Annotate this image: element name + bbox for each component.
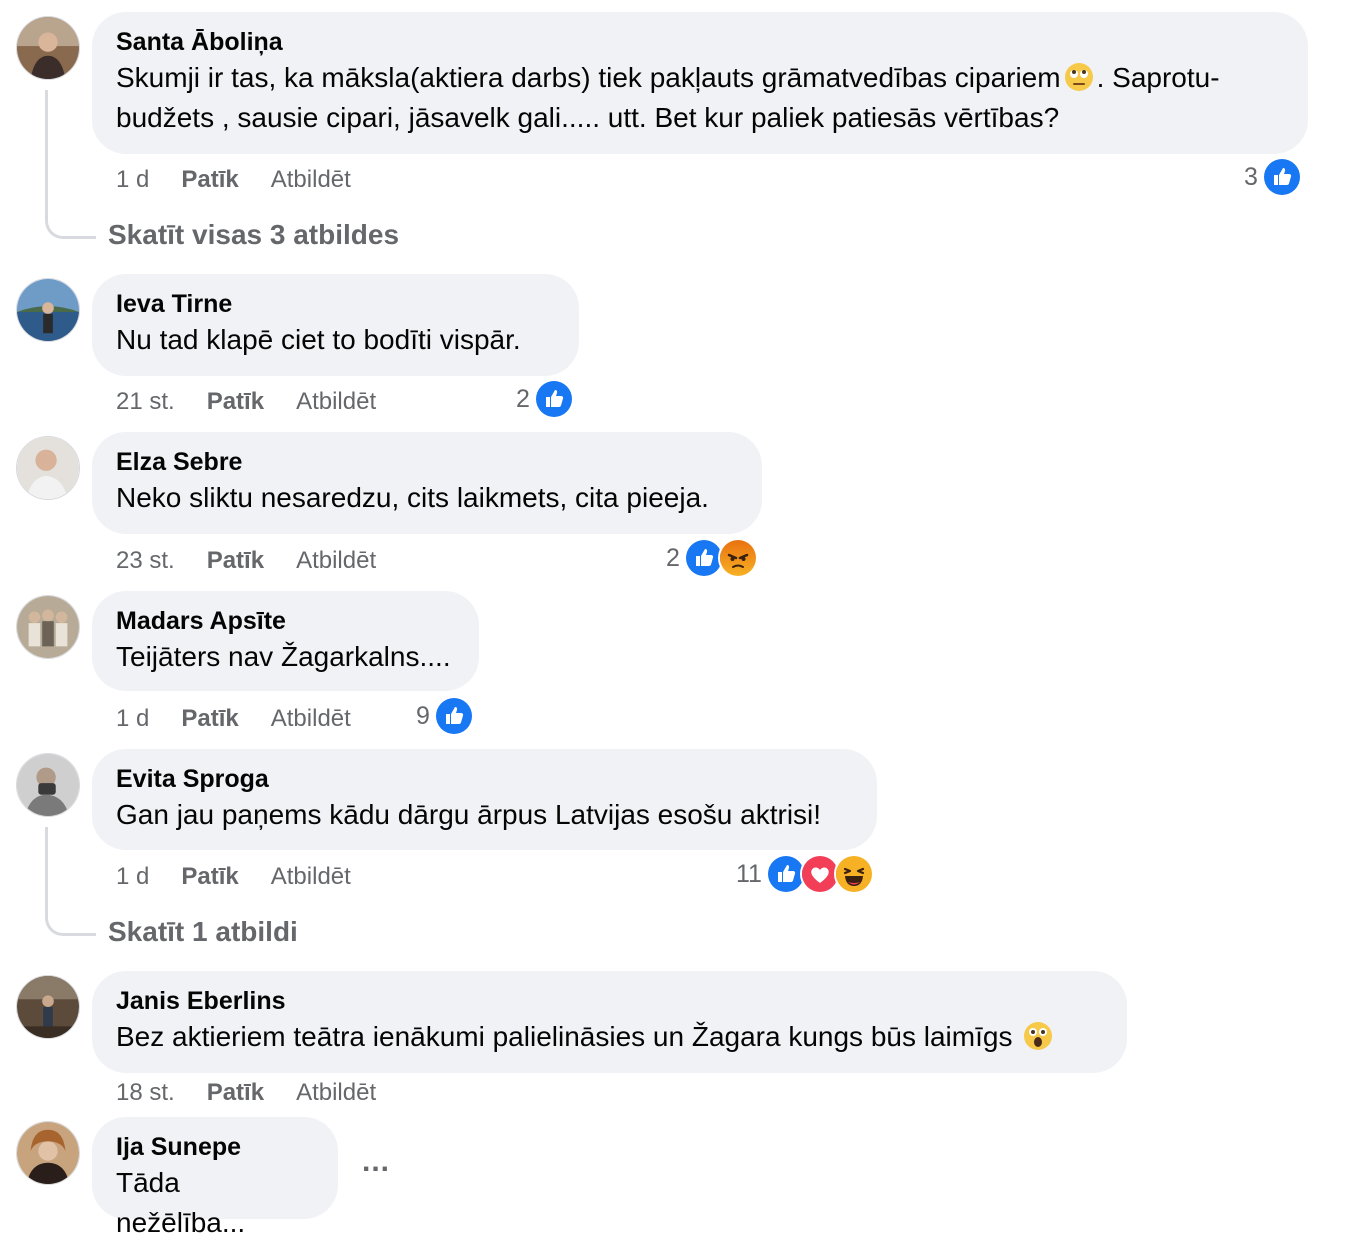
- thread-line: [45, 827, 96, 936]
- like-button[interactable]: Patīk: [181, 863, 238, 891]
- reaction-summary[interactable]: 11: [736, 854, 874, 894]
- comment-bubble: Elza Sebre Neko sliktu nesaredzu, cits l…: [92, 432, 762, 534]
- avatar[interactable]: [16, 975, 80, 1039]
- comment-text-part: Bez aktieriem teātra ienākumi palielinās…: [116, 1021, 1013, 1052]
- like-button[interactable]: Patīk: [181, 705, 238, 733]
- view-replies-link[interactable]: Skatīt 1 atbildi: [108, 914, 298, 950]
- reaction-summary[interactable]: 2: [516, 379, 574, 419]
- astonished-face-icon: [1022, 1020, 1054, 1052]
- reaction-summary[interactable]: 2: [666, 538, 758, 578]
- comment-text: Skumji ir tas, ka māksla(aktiera darbs) …: [116, 58, 1284, 138]
- comment-timestamp[interactable]: 23 st.: [116, 547, 175, 575]
- comment-author[interactable]: Elza Sebre: [116, 446, 738, 478]
- reply-button[interactable]: Atbildēt: [296, 547, 376, 575]
- comment-bubble: Madars Apsīte Teijāters nav Žagarkalns..…: [92, 591, 479, 691]
- more-options-button[interactable]: ...: [362, 1145, 390, 1179]
- reaction-count: 11: [736, 859, 762, 888]
- like-reaction-icon: [1261, 157, 1302, 197]
- comment-actions: 23 st. Patīk Atbildēt: [116, 543, 376, 579]
- comment-text: Teijāters nav Žagarkalns....: [116, 641, 451, 672]
- comment-bubble: Janis Eberlins Bez aktieriem teātra ienā…: [92, 971, 1127, 1073]
- reply-button[interactable]: Atbildēt: [271, 166, 351, 194]
- comment-author[interactable]: Santa Āboliņa: [116, 26, 1284, 58]
- reaction-summary[interactable]: 3: [1244, 157, 1302, 197]
- thread-line: [45, 90, 96, 239]
- comment-text: Gan jau paņems kādu dārgu ārpus Latvijas…: [116, 799, 822, 830]
- avatar[interactable]: [16, 16, 80, 80]
- view-replies-link[interactable]: Skatīt visas 3 atbildes: [108, 217, 399, 253]
- reaction-count: 2: [516, 384, 530, 413]
- comment-text: Nu tad klapē ciet to bodīti vispār.: [116, 324, 521, 355]
- comment-text: Tāda nežēlība...: [116, 1167, 246, 1238]
- like-reaction-icon: [533, 379, 574, 419]
- comment-bubble: Evita Sproga Gan jau paņems kādu dārgu ā…: [92, 749, 877, 850]
- comment-bubble: Santa Āboliņa Skumji ir tas, ka māksla(a…: [92, 12, 1308, 154]
- reply-button[interactable]: Atbildēt: [296, 1079, 376, 1107]
- reply-button[interactable]: Atbildēt: [296, 388, 376, 416]
- avatar[interactable]: [16, 436, 80, 500]
- comment-text: Bez aktieriem teātra ienākumi palielinās…: [116, 1017, 1103, 1057]
- comment-timestamp[interactable]: 1 d: [116, 863, 149, 891]
- reply-button[interactable]: Atbildēt: [271, 705, 351, 733]
- angry-reaction-icon: [717, 538, 758, 578]
- comment-actions: 21 st. Patīk Atbildēt: [116, 384, 376, 420]
- comment-timestamp[interactable]: 1 d: [116, 166, 149, 194]
- comment-bubble: Ija Sunepe Tāda nežēlība...: [92, 1117, 338, 1238]
- comment-author[interactable]: Madars Apsīte: [116, 605, 455, 637]
- comment-author[interactable]: Ieva Tirne: [116, 288, 555, 320]
- like-button[interactable]: Patīk: [207, 547, 264, 575]
- like-reaction-icon: [433, 696, 474, 736]
- avatar[interactable]: [16, 753, 80, 817]
- comment-text: Neko sliktu nesaredzu, cits laikmets, ci…: [116, 482, 709, 513]
- like-button[interactable]: Patīk: [207, 388, 264, 416]
- comment-timestamp[interactable]: 21 st.: [116, 388, 175, 416]
- comment-text-part: Skumji ir tas, ka māksla(aktiera darbs) …: [116, 62, 1061, 93]
- like-button[interactable]: Patīk: [207, 1079, 264, 1107]
- reaction-summary[interactable]: 9: [416, 696, 474, 736]
- reaction-count: 3: [1244, 162, 1258, 191]
- comment-author[interactable]: Janis Eberlins: [116, 985, 1103, 1017]
- like-button[interactable]: Patīk: [181, 166, 238, 194]
- reply-button[interactable]: Atbildēt: [271, 863, 351, 891]
- comment-author[interactable]: Ija Sunepe: [116, 1131, 314, 1163]
- avatar[interactable]: [16, 1121, 80, 1185]
- comment-timestamp[interactable]: 1 d: [116, 705, 149, 733]
- face-with-rolling-eyes-icon: [1063, 61, 1095, 93]
- reaction-count: 9: [416, 701, 430, 730]
- avatar[interactable]: [16, 278, 80, 342]
- comment-actions: 1 d Patīk Atbildēt: [116, 701, 351, 737]
- haha-reaction-icon: [833, 854, 874, 894]
- comment-timestamp[interactable]: 18 st.: [116, 1079, 175, 1107]
- comment-actions: 1 d Patīk Atbildēt: [116, 162, 351, 198]
- reaction-count: 2: [666, 543, 680, 572]
- avatar[interactable]: [16, 595, 80, 659]
- comment-actions: 18 st. Patīk Atbildēt: [116, 1075, 376, 1111]
- comment-author[interactable]: Evita Sproga: [116, 763, 853, 795]
- comment-actions: 1 d Patīk Atbildēt: [116, 859, 351, 895]
- comment-bubble: Ieva Tirne Nu tad klapē ciet to bodīti v…: [92, 274, 579, 376]
